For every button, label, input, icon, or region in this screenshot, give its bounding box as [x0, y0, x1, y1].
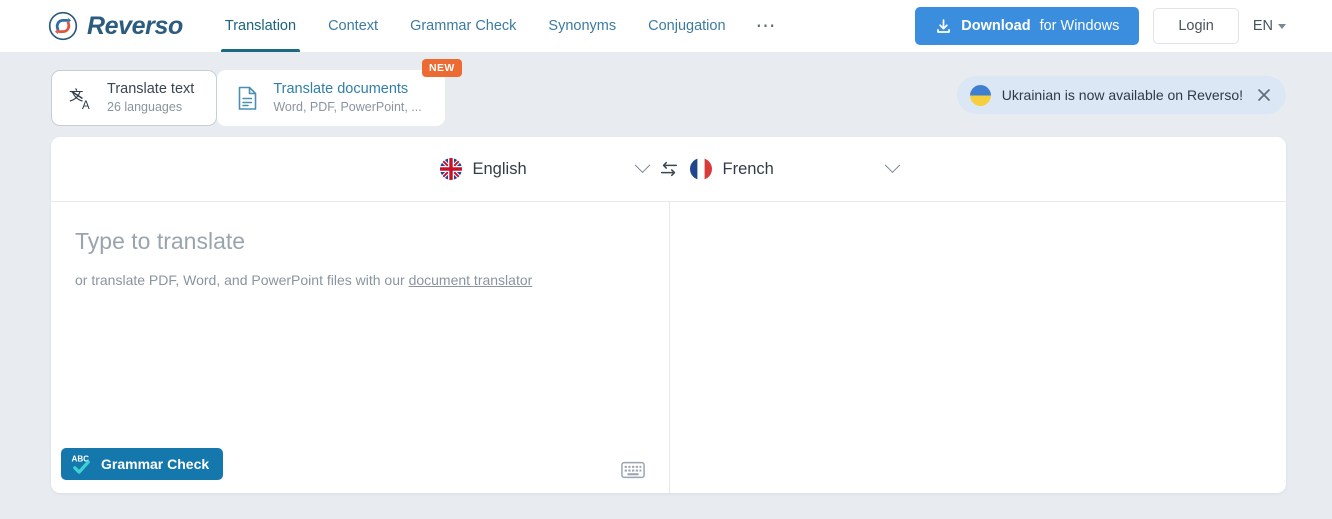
mode-card-text: Translate text 26 languages [107, 81, 194, 114]
chevron-down-icon [884, 156, 900, 173]
nav-label: Grammar Check [410, 18, 517, 34]
nav-item-grammar-check[interactable]: Grammar Check [394, 0, 532, 52]
source-language-label: English [472, 159, 527, 178]
nav-label: Context [328, 18, 379, 34]
svg-text:A: A [81, 100, 89, 111]
document-translator-link[interactable]: document translator [409, 272, 533, 288]
mode-subtitle: Word, PDF, PowerPoint, ... [273, 100, 422, 115]
nav-item-synonyms[interactable]: Synonyms [532, 0, 632, 52]
keyboard-icon[interactable] [621, 461, 645, 479]
nav-label: Conjugation [648, 18, 726, 34]
target-language-label: French [722, 159, 774, 178]
target-pane[interactable] [670, 202, 1286, 493]
download-for-windows-button[interactable]: Download for Windows [915, 7, 1140, 45]
reverso-cycle-arrows-logo [48, 11, 78, 41]
mode-card-translate-text[interactable]: 文 A Translate text 26 languages [51, 70, 218, 126]
language-bar: English French [51, 137, 1286, 202]
source-input-placeholder: Type to translate [75, 228, 246, 254]
mode-title: Translate documents [273, 81, 409, 98]
translator-card: English French Type to translate or tran… [51, 137, 1286, 493]
mode-card-translate-documents[interactable]: Translate documents Word, PDF, PowerPoin… [217, 59, 462, 126]
mode-subtitle: 26 languages [107, 100, 183, 115]
mode-card-text: Translate documents Word, PDF, PowerPoin… [273, 81, 421, 114]
caret-down-icon [1278, 23, 1286, 29]
uk-flag-icon [439, 158, 462, 180]
nav-item-translation[interactable]: Translation [209, 0, 312, 52]
grammar-check-label: Grammar Check [101, 456, 210, 472]
main-nav: Translation Context Grammar Check Synony… [209, 0, 791, 52]
ui-language-selector[interactable]: EN [1253, 18, 1286, 34]
hint-prefix: or translate PDF, Word, and PowerPoint f… [75, 271, 409, 288]
swap-languages-button[interactable] [648, 159, 690, 179]
abc-check-icon: ABC [71, 455, 90, 474]
ui-language-label: EN [1252, 18, 1273, 34]
ellipsis-icon[interactable]: ⋯ [742, 0, 791, 52]
nav-label: Synonyms [548, 18, 617, 34]
login-button[interactable]: Login [1153, 8, 1239, 44]
nav-label: Translation [224, 18, 297, 34]
ukrainian-availability-toast: Ukrainian is now available on Reverso! [956, 76, 1286, 114]
close-icon[interactable] [1254, 85, 1274, 105]
swap-arrows-icon [660, 161, 677, 177]
france-flag-icon [689, 158, 712, 180]
download-icon [937, 18, 951, 33]
header-actions: Download for Windows Login EN [915, 7, 1286, 45]
translate-text-icon: 文 A [68, 85, 94, 111]
new-badge: NEW [422, 59, 462, 77]
nav-item-context[interactable]: Context [312, 0, 394, 52]
top-header: Reverso Translation Context Grammar Chec… [0, 0, 1332, 52]
download-button-bold-label: Download [961, 18, 1031, 34]
ukraine-flag-icon [969, 84, 991, 106]
nav-item-conjugation[interactable]: Conjugation [632, 0, 741, 52]
source-language-selector[interactable]: English [439, 156, 650, 180]
grammar-check-button[interactable]: ABC Grammar Check [61, 448, 224, 480]
brand-name: Reverso [87, 11, 183, 40]
download-button-label: for Windows [1039, 18, 1120, 34]
mode-selector-bar: 文 A Translate text 26 languages Translat… [0, 52, 1332, 126]
brand-logo[interactable]: Reverso [48, 11, 183, 41]
translation-panes: Type to translate or translate PDF, Word… [51, 202, 1286, 493]
source-pane[interactable]: Type to translate or translate PDF, Word… [51, 202, 670, 493]
document-translator-hint: or translate PDF, Word, and PowerPoint f… [75, 272, 645, 288]
mode-title: Translate text [107, 81, 195, 98]
target-language-selector[interactable]: French [689, 156, 900, 180]
document-icon [234, 85, 260, 111]
toast-message: Ukrainian is now available on Reverso! [1001, 87, 1243, 103]
